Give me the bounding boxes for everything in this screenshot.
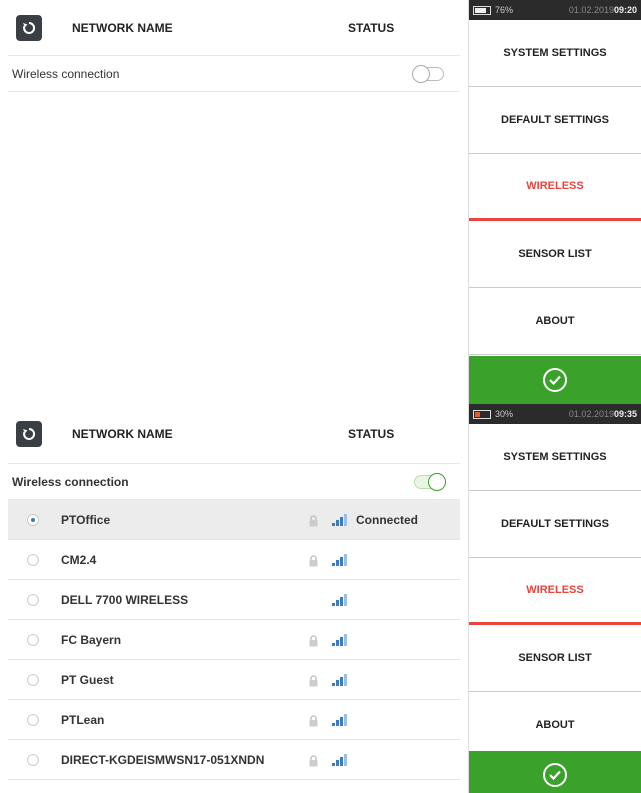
menu-item-default-settings[interactable]: DEFAULT SETTINGS [469, 87, 641, 154]
network-row[interactable]: CM2.4 [8, 540, 460, 580]
network-panel: NETWORK NAME STATUS Wireless connection [0, 0, 468, 404]
wifi-signal-icon [330, 633, 350, 647]
settings-menu: SYSTEM SETTINGS DEFAULT SETTINGS WIRELES… [469, 20, 641, 355]
checkmark-icon [543, 368, 567, 392]
network-name: DIRECT-KGDEISMWSN17-051XNDN [61, 752, 265, 767]
network-radio[interactable] [27, 553, 39, 566]
wireless-connection-label: Wireless connection [12, 66, 120, 81]
network-row[interactable]: FC Bayern [8, 620, 460, 660]
lock-icon [308, 514, 319, 527]
network-row[interactable]: DIRECT-KGDEISMWSN17-051XNDN [8, 740, 460, 780]
lock-icon [308, 634, 319, 647]
network-row[interactable]: PT Guest [8, 660, 460, 700]
menu-item-system-settings[interactable]: SYSTEM SETTINGS [469, 424, 641, 491]
menu-item-wireless[interactable]: WIRELESS [469, 558, 641, 625]
network-name: CM2.4 [61, 552, 97, 567]
toggle-knob [428, 472, 446, 491]
wifi-signal-icon [330, 753, 350, 767]
status-column-header: STATUS [348, 426, 395, 441]
status-bar: 30% 01.02.2019 09:35 [469, 404, 641, 424]
network-status: Connected [356, 512, 419, 527]
network-list-header: NETWORK NAME STATUS [8, 404, 460, 464]
network-row[interactable]: PTOffice Connected [8, 500, 460, 540]
status-column-header: STATUS [348, 20, 395, 35]
status-bar: 76% 01.02.2019 09:20 [469, 0, 641, 20]
confirm-button[interactable] [469, 751, 641, 793]
battery-icon [473, 409, 491, 419]
battery-level: 30% [495, 409, 514, 419]
network-radio[interactable] [27, 633, 39, 646]
confirm-button[interactable] [469, 356, 641, 404]
wireless-connection-row: Wireless connection [8, 56, 460, 92]
lock-icon [308, 754, 319, 767]
network-radio[interactable] [27, 713, 39, 726]
wifi-signal-icon [330, 673, 350, 687]
wireless-toggle[interactable] [412, 64, 444, 83]
status-date: 01.02.2019 [568, 409, 614, 419]
menu-item-sensor-list[interactable]: SENSOR LIST [469, 221, 641, 288]
status-time: 09:35 [613, 409, 637, 419]
network-radio[interactable] [27, 753, 39, 766]
settings-sidebar: 30% 01.02.2019 09:35 SYSTEM SETTINGS DEF… [468, 404, 641, 793]
network-radio[interactable] [27, 673, 39, 686]
wifi-signal-icon [330, 513, 350, 527]
menu-item-wireless[interactable]: WIRELESS [469, 154, 641, 221]
wireless-screen-off: NETWORK NAME STATUS Wireless connection … [0, 0, 641, 404]
menu-item-about[interactable]: ABOUT [469, 288, 641, 355]
wireless-connection-label: Wireless connection [12, 474, 129, 489]
network-radio[interactable] [27, 593, 39, 606]
battery-icon [473, 5, 491, 15]
status-date: 01.02.2019 [568, 5, 614, 15]
wifi-signal-icon [330, 553, 350, 567]
battery-level: 76% [495, 5, 514, 15]
refresh-button[interactable] [16, 14, 42, 41]
menu-item-about[interactable]: ABOUT [469, 692, 641, 759]
lock-icon [308, 714, 319, 727]
menu-item-default-settings[interactable]: DEFAULT SETTINGS [469, 491, 641, 558]
lock-icon [308, 674, 319, 687]
network-name-column-header: NETWORK NAME [72, 426, 173, 441]
network-row[interactable]: DELL 7700 WIRELESS [8, 580, 460, 620]
network-name: PTLean [61, 712, 105, 727]
wifi-signal-icon [330, 593, 350, 607]
network-radio[interactable] [27, 513, 39, 526]
menu-item-sensor-list[interactable]: SENSOR LIST [469, 625, 641, 692]
menu-item-system-settings[interactable]: SYSTEM SETTINGS [469, 20, 641, 87]
wifi-signal-icon [330, 713, 350, 727]
network-panel: NETWORK NAME STATUS Wireless connection … [0, 404, 468, 793]
network-name-column-header: NETWORK NAME [72, 20, 173, 35]
status-time: 09:20 [613, 5, 637, 15]
wireless-toggle[interactable] [414, 472, 446, 491]
checkmark-icon [543, 763, 567, 787]
lock-icon [308, 554, 319, 567]
network-name: PTOffice [61, 512, 111, 527]
network-name: DELL 7700 WIRELESS [61, 592, 189, 607]
refresh-button[interactable] [16, 420, 42, 447]
wireless-connection-row: Wireless connection [8, 464, 460, 500]
settings-menu: SYSTEM SETTINGS DEFAULT SETTINGS WIRELES… [469, 424, 641, 759]
network-row[interactable]: PTLean [8, 700, 460, 740]
toggle-knob [412, 64, 430, 83]
network-name: FC Bayern [61, 632, 122, 647]
settings-sidebar: 76% 01.02.2019 09:20 SYSTEM SETTINGS DEF… [468, 0, 641, 404]
network-name: PT Guest [61, 672, 114, 687]
refresh-icon [23, 21, 36, 34]
network-list-header: NETWORK NAME STATUS [8, 0, 460, 56]
wireless-screen-on: NETWORK NAME STATUS Wireless connection … [0, 404, 641, 793]
refresh-icon [23, 427, 36, 440]
